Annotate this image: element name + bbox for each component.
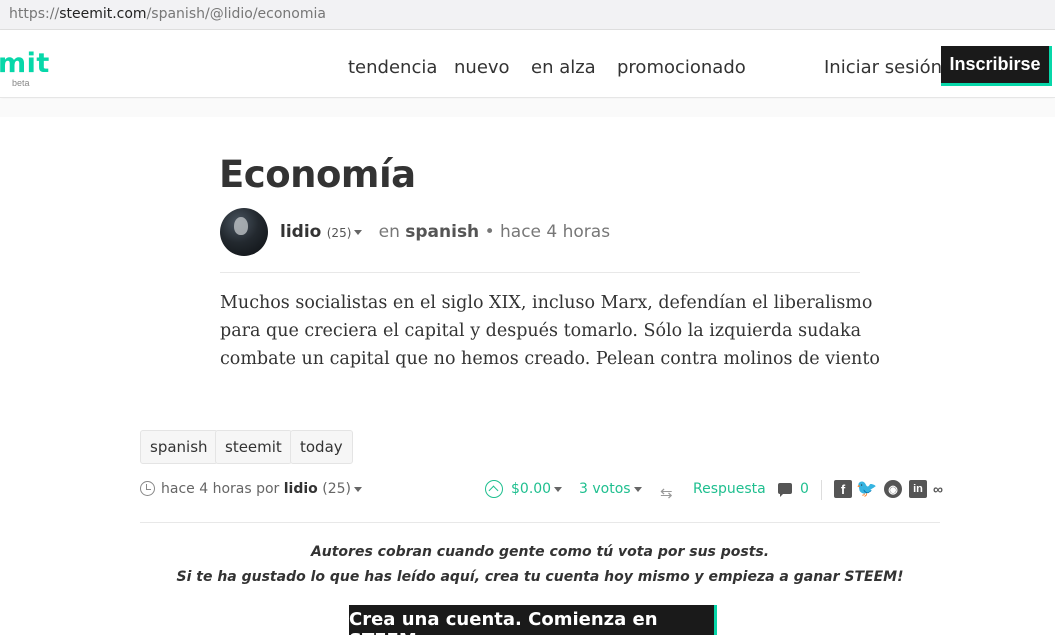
nav-nuevo[interactable]: nuevo [454, 57, 510, 78]
comments-icon[interactable] [778, 483, 792, 497]
post-body: Muchos socialistas en el siglo XIX, incl… [220, 293, 880, 369]
category-link[interactable]: spanish [405, 222, 479, 242]
footer-author-link[interactable]: lidio [284, 481, 318, 497]
author-link[interactable]: lidio [280, 222, 321, 242]
post-byline: lidio (25) en spanish • hace 4 horas [280, 222, 610, 242]
reblog-icon[interactable]: ⇆ [660, 484, 673, 502]
signup-button[interactable]: Inscribirse [941, 46, 1052, 86]
reply-link[interactable]: Respuesta [693, 481, 766, 497]
url-scheme: https:// [9, 6, 60, 22]
comments-count[interactable]: 0 [800, 481, 809, 497]
post-time: hace 4 horas [500, 222, 611, 242]
payout-dropdown[interactable]: $0.00 [511, 481, 563, 497]
votes-caret [633, 486, 642, 492]
steemit-logo[interactable]: mit [0, 48, 50, 79]
twitter-icon[interactable]: 🐦 [856, 479, 877, 498]
link-icon[interactable]: ∞ [929, 480, 947, 498]
author-reputation: (25) [326, 226, 352, 240]
site-header: mit beta tendencia nuevo en alza promoci… [0, 30, 1055, 98]
promo-line-1: Autores cobran cuando gente como tú vota… [310, 544, 770, 560]
title-divider [220, 272, 860, 273]
promo-line-2: Si te ha gustado lo que has leído aquí, … [176, 569, 904, 585]
payout-value: $0.00 [511, 481, 552, 497]
nav-tendencia[interactable]: tendencia [348, 57, 437, 78]
nav-promocionado[interactable]: promocionado [617, 57, 746, 78]
login-link[interactable]: Iniciar sesión [824, 57, 942, 78]
byline-separator: • [479, 222, 501, 242]
clock-icon [140, 481, 155, 496]
votes-dropdown[interactable]: 3 votos [579, 481, 642, 497]
linkedin-icon[interactable]: in [909, 480, 927, 498]
votes-count: 3 votos [579, 481, 631, 497]
share-separator [821, 480, 822, 500]
footer-reputation: (25) [322, 481, 351, 497]
tag-steemit[interactable]: steemit [215, 430, 292, 464]
header-spacer [0, 99, 1055, 117]
avatar-face [234, 217, 248, 235]
post-footer-time: hace 4 horas por lidio (25) [140, 481, 362, 497]
reddit-icon[interactable]: ◉ [884, 480, 902, 498]
nav-en-alza[interactable]: en alza [531, 57, 596, 78]
author-dropdown-caret[interactable] [354, 229, 363, 235]
url-text[interactable]: https://steemit.com/spanish/@lidio/econo… [9, 6, 326, 22]
author-avatar[interactable] [220, 208, 268, 256]
tag-spanish[interactable]: spanish [140, 430, 218, 464]
payout-caret [554, 486, 563, 492]
beta-label: beta [12, 78, 30, 88]
facebook-icon[interactable]: f [834, 480, 852, 498]
footer-time-by: hace 4 horas por [161, 481, 280, 497]
create-account-button[interactable]: Crea una cuenta. Comienza en STEEM [349, 605, 717, 635]
tag-today[interactable]: today [290, 430, 353, 464]
browser-url-bar[interactable]: https://steemit.com/spanish/@lidio/econo… [0, 0, 1055, 30]
url-host: steemit.com [59, 6, 147, 22]
footer-divider [140, 522, 940, 523]
url-path: /spanish/@lidio/economia [146, 6, 326, 22]
footer-author-caret[interactable] [354, 486, 362, 492]
in-label: en [378, 222, 400, 242]
post-title: Economía [219, 153, 416, 196]
upvote-icon[interactable] [485, 480, 503, 498]
